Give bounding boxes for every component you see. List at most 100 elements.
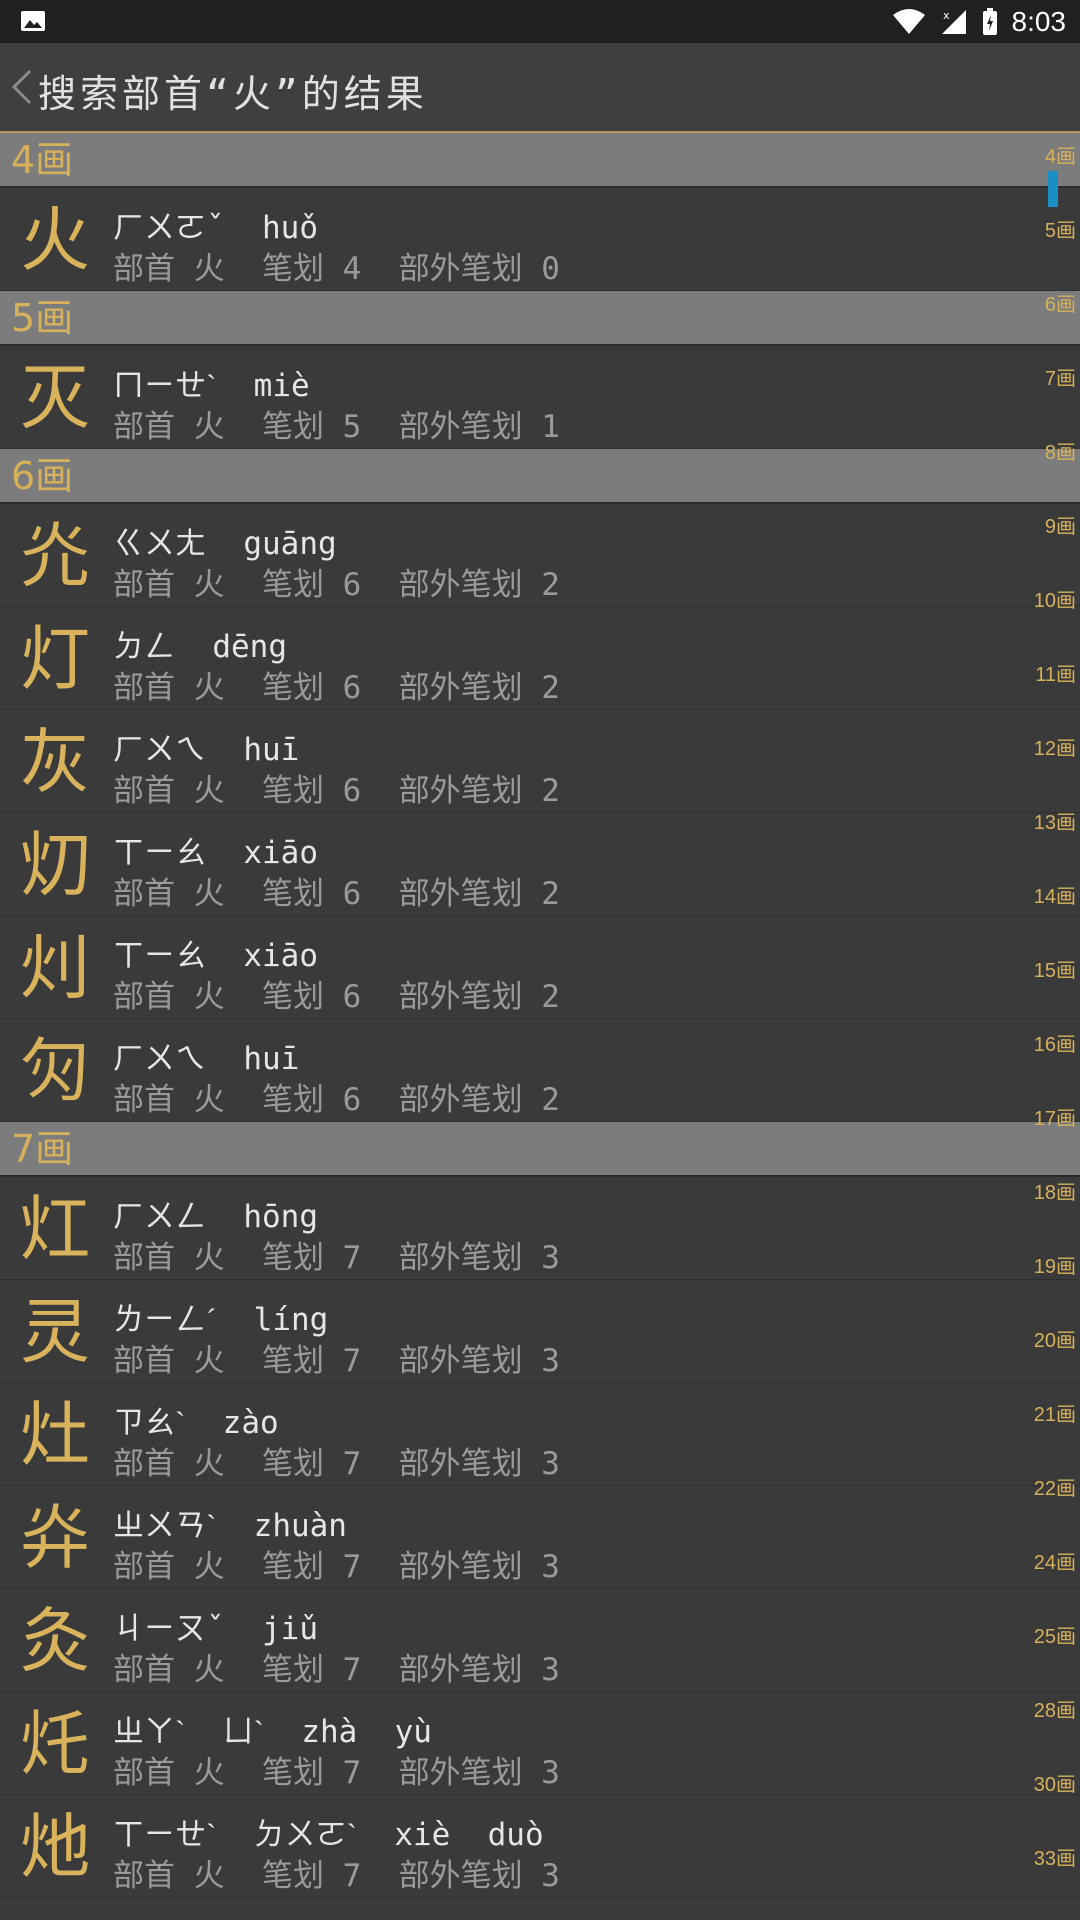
pinyin-text: hōng (243, 1199, 318, 1235)
zhuyin-text: ㄐㄧㄡˇ (113, 1611, 225, 1647)
index-item[interactable]: 22画 (1034, 1472, 1076, 1501)
zhuyin-text: ㄒㄧㄠ (113, 835, 206, 871)
zhuyin-text: ㄍㄨㄤ (113, 526, 206, 562)
index-item[interactable]: 8画 (1045, 436, 1076, 465)
pinyin-text: miè (253, 368, 310, 404)
index-item[interactable]: 19画 (1034, 1250, 1076, 1279)
stroke-info: 部首 火 笔划 6 部外笔划 2 (113, 1082, 560, 1118)
index-item[interactable]: 13画 (1034, 806, 1076, 835)
index-item[interactable]: 21画 (1034, 1398, 1076, 1427)
zhuyin-text: ㄓㄚˋ ㄩˋ (113, 1714, 264, 1750)
stroke-info: 部首 火 笔划 7 部外笔划 3 (113, 1652, 560, 1688)
pronunciation: ㄇㄧㄝˋ miè (113, 360, 310, 405)
character-row[interactable]: 灯ㄉㄥ dēng 部首 火 笔划 6 部外笔划 2 (0, 607, 1080, 710)
character-glyph: 灹 (20, 1703, 90, 1785)
index-item[interactable]: 17画 (1034, 1102, 1076, 1131)
index-item[interactable]: 10画 (1034, 584, 1076, 613)
character-glyph: 灺 (20, 1806, 90, 1888)
character-row[interactable]: 灺ㄒㄧㄝˋ ㄉㄨㄛˋ xiè duò 部首 火 笔划 7 部外笔划 3 (0, 1795, 1080, 1898)
character-glyph: 灭 (20, 357, 90, 439)
zhuyin-text: ㄇㄧㄝˋ (113, 368, 217, 404)
character-glyph: 火 (20, 199, 90, 281)
index-item[interactable]: 4画 (1045, 140, 1076, 169)
character-row[interactable]: 灶ㄗㄠˋ zào 部首 火 笔划 7 部外笔划 3 (0, 1383, 1080, 1486)
pronunciation: ㄗㄠˋ zào (113, 1397, 279, 1442)
section-header: 5画 (0, 291, 1080, 346)
character-row[interactable]: 灭ㄇㄧㄝˋ miè 部首 火 笔划 5 部外笔划 1 (0, 346, 1080, 449)
zhuyin-text: ㄒㄧㄝˋ ㄉㄨㄛˋ (113, 1817, 357, 1853)
stroke-info: 部首 火 笔划 7 部外笔划 3 (113, 1858, 560, 1894)
pronunciation: ㄓㄚˋ ㄩˋ zhà yù (113, 1706, 432, 1751)
stroke-info: 部首 火 笔划 7 部外笔划 3 (113, 1343, 560, 1379)
pinyin-text: xiāo (243, 835, 318, 871)
pronunciation: ㄉㄥ dēng (113, 621, 287, 666)
pronunciation: ㄒㄧㄠ xiāo (113, 827, 318, 872)
character-row[interactable]: 灴ㄏㄨㄥ hōng 部首 火 笔划 7 部外笔划 3 (0, 1177, 1080, 1280)
stroke-info: 部首 火 笔划 5 部外笔划 1 (113, 409, 560, 445)
index-item[interactable]: 18画 (1034, 1176, 1076, 1205)
index-item[interactable]: 6画 (1045, 288, 1076, 317)
stroke-index-bar[interactable]: 4画 5画 6画 7画 8画 9画 10画 11画 12画 13画 14画 15画 16画 17画 18画 1… (1020, 140, 1080, 1900)
index-item[interactable]: 7画 (1045, 362, 1076, 391)
pinyin-text: xiè duò (394, 1817, 544, 1853)
section-header: 7画 (0, 1122, 1080, 1177)
zhuyin-text: ㄗㄠˋ (113, 1405, 186, 1441)
pronunciation: ㄒㄧㄝˋ ㄉㄨㄛˋ xiè duò (113, 1809, 544, 1854)
index-item[interactable]: 12画 (1034, 732, 1076, 761)
pinyin-text: huǒ (262, 210, 318, 246)
index-item[interactable]: 16画 (1034, 1028, 1076, 1057)
character-row[interactable]: 灹ㄓㄚˋ ㄩˋ zhà yù 部首 火 笔划 7 部外笔划 3 (0, 1692, 1080, 1795)
top-bar: 搜索部首“火”的结果 (0, 43, 1080, 133)
character-row[interactable]: 灷ㄓㄨㄢˋ zhuàn 部首 火 笔划 7 部外笔划 3 (0, 1486, 1080, 1589)
character-row[interactable]: 灵ㄌㄧㄥˊ líng 部首 火 笔划 7 部外笔划 3 (0, 1280, 1080, 1383)
index-item[interactable]: 11画 (1035, 658, 1076, 687)
index-item[interactable]: 14画 (1034, 880, 1076, 909)
stroke-info: 部首 火 笔划 6 部外笔划 2 (113, 773, 560, 809)
stroke-info: 部首 火 笔划 7 部外笔划 3 (113, 1755, 560, 1791)
index-item[interactable]: 30画 (1034, 1768, 1076, 1797)
character-glyph: 灸 (20, 1600, 90, 1682)
stroke-info: 部首 火 笔划 7 部外笔划 3 (113, 1446, 560, 1482)
character-glyph: 灱 (20, 824, 90, 906)
pronunciation: ㄏㄨㄟ huī (113, 1033, 299, 1078)
zhuyin-text: ㄉㄥ (113, 629, 175, 665)
back-arrow-icon[interactable] (6, 65, 36, 109)
zhuyin-text: ㄏㄨㄛˇ (113, 210, 225, 246)
zhuyin-text: ㄏㄨㄥ (113, 1199, 206, 1235)
stroke-info: 部首 火 笔划 6 部外笔划 2 (113, 979, 560, 1015)
stroke-info: 部首 火 笔划 4 部外笔划 0 (113, 251, 560, 287)
status-time: 8:03 (1011, 5, 1067, 37)
character-row[interactable]: 灲ㄒㄧㄠ xiāo 部首 火 笔划 6 部外笔划 2 (0, 916, 1080, 1019)
index-item[interactable]: 28画 (1034, 1694, 1076, 1723)
stroke-info: 部首 火 笔划 7 部外笔划 3 (113, 1240, 560, 1276)
section-header: 4画 (0, 133, 1080, 188)
index-item[interactable]: 5画 (1045, 214, 1076, 243)
pronunciation: ㄒㄧㄠ xiāo (113, 930, 318, 975)
character-row[interactable]: 灳ㄏㄨㄟ huī 部首 火 笔划 6 部外笔划 2 (0, 1019, 1080, 1122)
character-glyph: 灴 (20, 1188, 90, 1270)
battery-icon (982, 7, 997, 35)
page-title: 搜索部首“火”的结果 (38, 72, 428, 116)
section-header: 6画 (0, 449, 1080, 504)
svg-text:x: x (943, 9, 950, 22)
index-item[interactable]: 25画 (1034, 1620, 1076, 1649)
zhuyin-text: ㄒㄧㄠ (113, 938, 206, 974)
pinyin-text: zào (222, 1405, 279, 1441)
scrollbar-thumb[interactable] (1048, 171, 1058, 207)
index-item[interactable]: 15画 (1034, 954, 1076, 983)
status-bar: x 8:03 (0, 0, 1080, 43)
character-row[interactable]: 灰ㄏㄨㄟ huī 部首 火 笔划 6 部外笔划 2 (0, 710, 1080, 813)
stroke-info: 部首 火 笔划 6 部外笔划 2 (113, 670, 560, 706)
index-item[interactable]: 20画 (1034, 1324, 1076, 1353)
pinyin-text: jiǔ (262, 1611, 318, 1647)
character-row[interactable]: 灸ㄐㄧㄡˇ jiǔ 部首 火 笔划 7 部外笔划 3 (0, 1589, 1080, 1692)
pinyin-text: huī (243, 1041, 300, 1077)
index-item[interactable]: 33画 (1034, 1842, 1076, 1871)
character-row[interactable]: 灱ㄒㄧㄠ xiāo 部首 火 笔划 6 部外笔划 2 (0, 813, 1080, 916)
character-row[interactable]: 灮ㄍㄨㄤ guāng 部首 火 笔划 6 部外笔划 2 (0, 504, 1080, 607)
character-row[interactable]: 火ㄏㄨㄛˇ huǒ 部首 火 笔划 4 部外笔划 0 (0, 188, 1080, 291)
index-item[interactable]: 9画 (1045, 510, 1076, 539)
index-item[interactable]: 24画 (1034, 1546, 1076, 1575)
character-glyph: 灵 (20, 1291, 90, 1373)
pinyin-text: huī (243, 732, 300, 768)
